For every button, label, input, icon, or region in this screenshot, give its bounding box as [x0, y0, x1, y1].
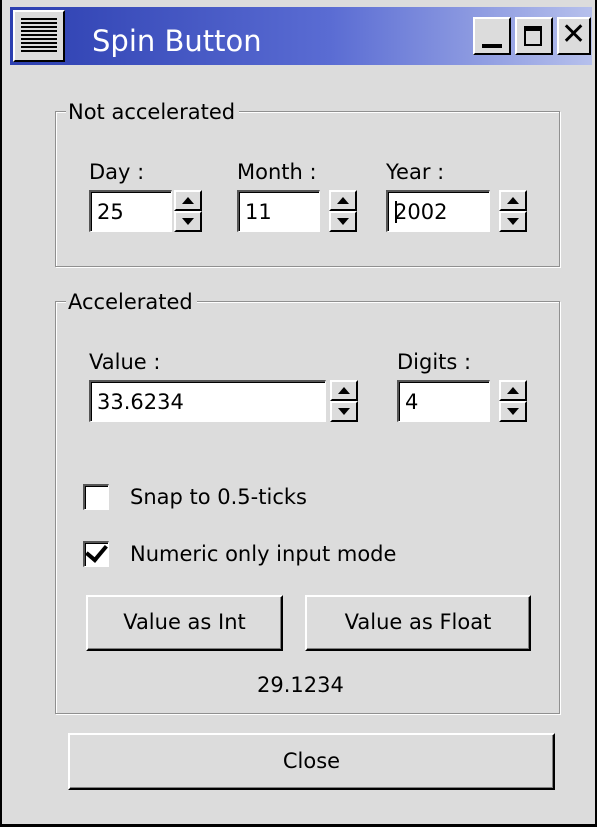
- close-button[interactable]: Close: [68, 733, 555, 790]
- arrow-up-icon: [182, 197, 194, 204]
- numeric-checkbox[interactable]: [83, 539, 109, 567]
- accelerated-label: Accelerated: [66, 290, 197, 314]
- year-decrement-button[interactable]: [499, 211, 527, 232]
- close-icon: ✕: [561, 17, 587, 52]
- day-increment-button[interactable]: [174, 190, 202, 211]
- text-cursor: [395, 201, 397, 223]
- digits-decrement-button[interactable]: [499, 401, 527, 422]
- minimize-icon: [482, 44, 502, 48]
- digits-input[interactable]: 4: [397, 380, 490, 422]
- value-as-int-label: Value as Int: [123, 610, 246, 634]
- value-decrement-button[interactable]: [330, 401, 358, 422]
- digits-increment-button[interactable]: [499, 380, 527, 401]
- year-input[interactable]: 2002: [386, 190, 490, 232]
- value-as-float-label: Value as Float: [344, 610, 492, 634]
- day-decrement-button[interactable]: [174, 211, 202, 232]
- close-window-button[interactable]: ✕: [557, 17, 591, 55]
- minimize-button[interactable]: [473, 17, 511, 55]
- spin-button-window: Spin Button ✕ Not accelerated Day : 25 M…: [0, 0, 597, 827]
- year-increment-button[interactable]: [499, 190, 527, 211]
- snap-checkbox[interactable]: [83, 484, 109, 510]
- year-label: Year :: [386, 160, 445, 184]
- arrow-down-icon: [182, 218, 194, 225]
- arrow-down-icon: [338, 408, 350, 415]
- window-title: Spin Button: [92, 24, 262, 58]
- day-spinner[interactable]: [174, 190, 202, 232]
- arrow-up-icon: [507, 197, 519, 204]
- value-as-float-button[interactable]: Value as Float: [305, 595, 531, 651]
- maximize-button[interactable]: [515, 17, 553, 55]
- value-spinner[interactable]: [330, 380, 358, 422]
- not-accelerated-label: Not accelerated: [66, 100, 240, 124]
- arrow-down-icon: [507, 408, 519, 415]
- not-accelerated-frame: [55, 111, 560, 267]
- snap-checkbox-label[interactable]: Snap to 0.5-ticks: [130, 485, 307, 509]
- numeric-checkbox-label[interactable]: Numeric only input mode: [130, 542, 396, 566]
- month-decrement-button[interactable]: [329, 211, 357, 232]
- arrow-down-icon: [507, 218, 519, 225]
- value-increment-button[interactable]: [330, 380, 358, 401]
- value-as-int-button[interactable]: Value as Int: [86, 595, 283, 651]
- checkmark-icon: [85, 539, 108, 563]
- month-increment-button[interactable]: [329, 190, 357, 211]
- menu-bars-icon: [21, 18, 57, 54]
- arrow-up-icon: [337, 197, 349, 204]
- close-button-label: Close: [282, 749, 341, 773]
- arrow-up-icon: [507, 387, 519, 394]
- maximize-icon: [524, 26, 542, 46]
- month-input[interactable]: 11: [237, 190, 320, 232]
- value-label: Value :: [89, 350, 161, 374]
- month-spinner[interactable]: [329, 190, 357, 232]
- month-label: Month :: [237, 160, 317, 184]
- arrow-down-icon: [337, 218, 349, 225]
- digits-label: Digits :: [397, 350, 472, 374]
- window-menu-icon[interactable]: [13, 10, 65, 62]
- day-input[interactable]: 25: [89, 190, 172, 232]
- digits-spinner[interactable]: [499, 380, 527, 422]
- day-label: Day :: [89, 160, 145, 184]
- arrow-up-icon: [338, 387, 350, 394]
- year-spinner[interactable]: [499, 190, 527, 232]
- value-input[interactable]: 33.6234: [89, 380, 326, 422]
- result-value: 29.1234: [257, 673, 344, 697]
